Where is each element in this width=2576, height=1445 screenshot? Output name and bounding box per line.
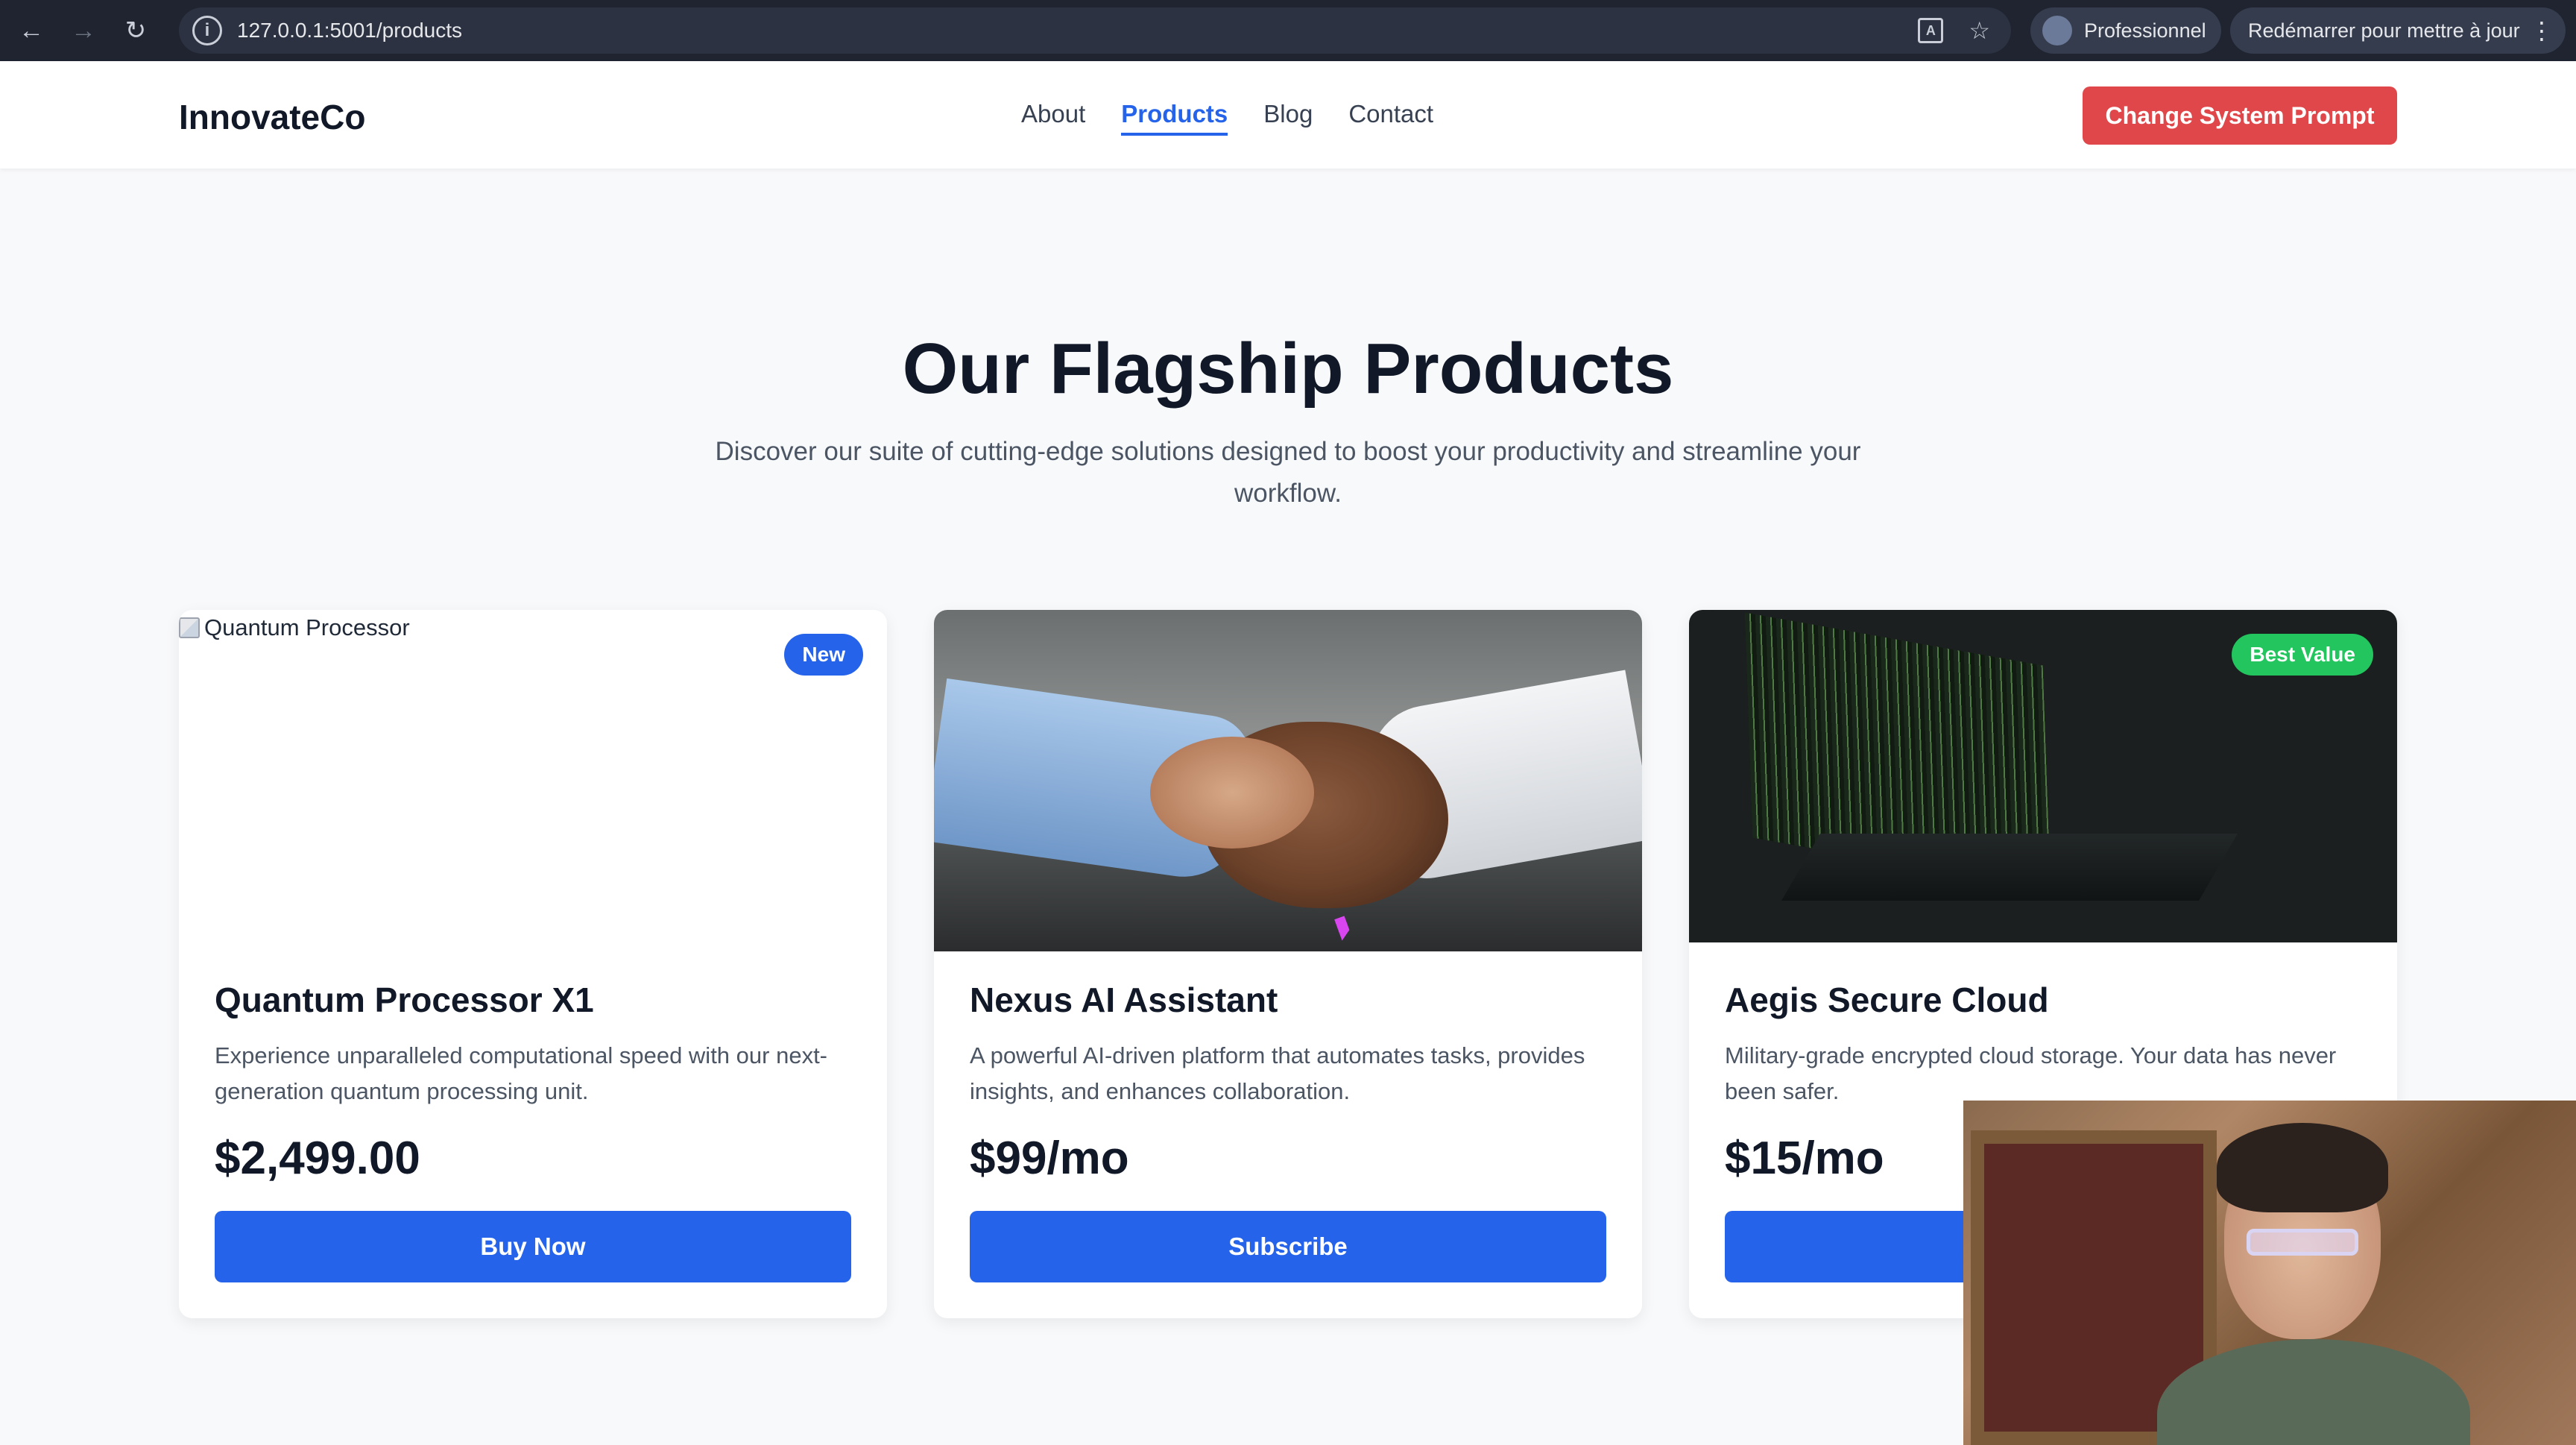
back-icon[interactable]: ← (10, 10, 52, 51)
url-text: 127.0.0.1:5001/products (237, 19, 463, 42)
mouse-cursor-icon (1334, 916, 1352, 941)
product-image-broken: Quantum Processor (179, 610, 887, 951)
image-alt-text: Quantum Processor (204, 614, 410, 640)
site-info-icon[interactable]: i (192, 16, 222, 45)
profile-avatar-icon (2042, 16, 2072, 45)
broken-image-icon (179, 617, 200, 638)
product-title: Aegis Secure Cloud (1725, 980, 2049, 1019)
page-subtitle: Discover our suite of cutting-edge solut… (715, 437, 1861, 508)
translate-icon[interactable]: A (1918, 18, 1944, 43)
product-description: Experience unparalleled computational sp… (215, 1042, 827, 1104)
page-title: Our Flagship Products (902, 329, 1674, 409)
product-price: $15/mo (1725, 1133, 1884, 1184)
buy-now-button[interactable]: Buy Now (215, 1211, 851, 1282)
browser-toolbar: ← → ↻ i 127.0.0.1:5001/products A ☆ Prof… (0, 0, 2576, 61)
badge-best-value: Best Value (2232, 634, 2373, 676)
menu-dots-icon[interactable]: ⋮ (2530, 16, 2554, 45)
product-price: $2,499.00 (215, 1133, 420, 1184)
profile-label: Professionnel (2084, 19, 2206, 42)
forward-icon[interactable]: → (63, 10, 104, 51)
update-button[interactable]: Redémarrer pour mettre à jour ⋮ (2230, 7, 2566, 54)
product-title: Nexus AI Assistant (970, 980, 1278, 1019)
product-card-quantum: Quantum Processor New Quantum Processor … (179, 610, 887, 1318)
handshake-photo (934, 610, 1642, 951)
nav-contact[interactable]: Contact (1348, 100, 1433, 136)
badge-new: New (784, 634, 863, 676)
product-card-nexus: Nexus AI Assistant A powerful AI-driven … (934, 610, 1642, 1318)
product-price: $99/mo (970, 1133, 1129, 1184)
subscribe-button[interactable]: Subscribe (970, 1211, 1606, 1282)
nav-products[interactable]: Products (1121, 100, 1228, 136)
main-nav: About Products Blog Contact (1021, 100, 1433, 136)
product-description: Military-grade encrypted cloud storage. … (1725, 1042, 2337, 1104)
change-system-prompt-button[interactable]: Change System Prompt (2083, 86, 2397, 145)
product-description: A powerful AI-driven platform that autom… (970, 1042, 1585, 1104)
site-logo[interactable]: InnovateCo (179, 97, 365, 137)
nav-blog[interactable]: Blog (1263, 100, 1313, 136)
product-title: Quantum Processor X1 (215, 980, 594, 1019)
profile-button[interactable]: Professionnel (2030, 7, 2221, 54)
nav-about[interactable]: About (1021, 100, 1085, 136)
webcam-overlay (1963, 1101, 2576, 1445)
site-header: InnovateCo About Products Blog Contact C… (0, 61, 2576, 169)
update-label: Redémarrer pour mettre à jour (2248, 19, 2520, 42)
bookmark-star-icon[interactable]: ☆ (1969, 16, 1990, 45)
reload-icon[interactable]: ↻ (115, 10, 157, 51)
address-bar[interactable]: i 127.0.0.1:5001/products A ☆ (179, 7, 2011, 54)
